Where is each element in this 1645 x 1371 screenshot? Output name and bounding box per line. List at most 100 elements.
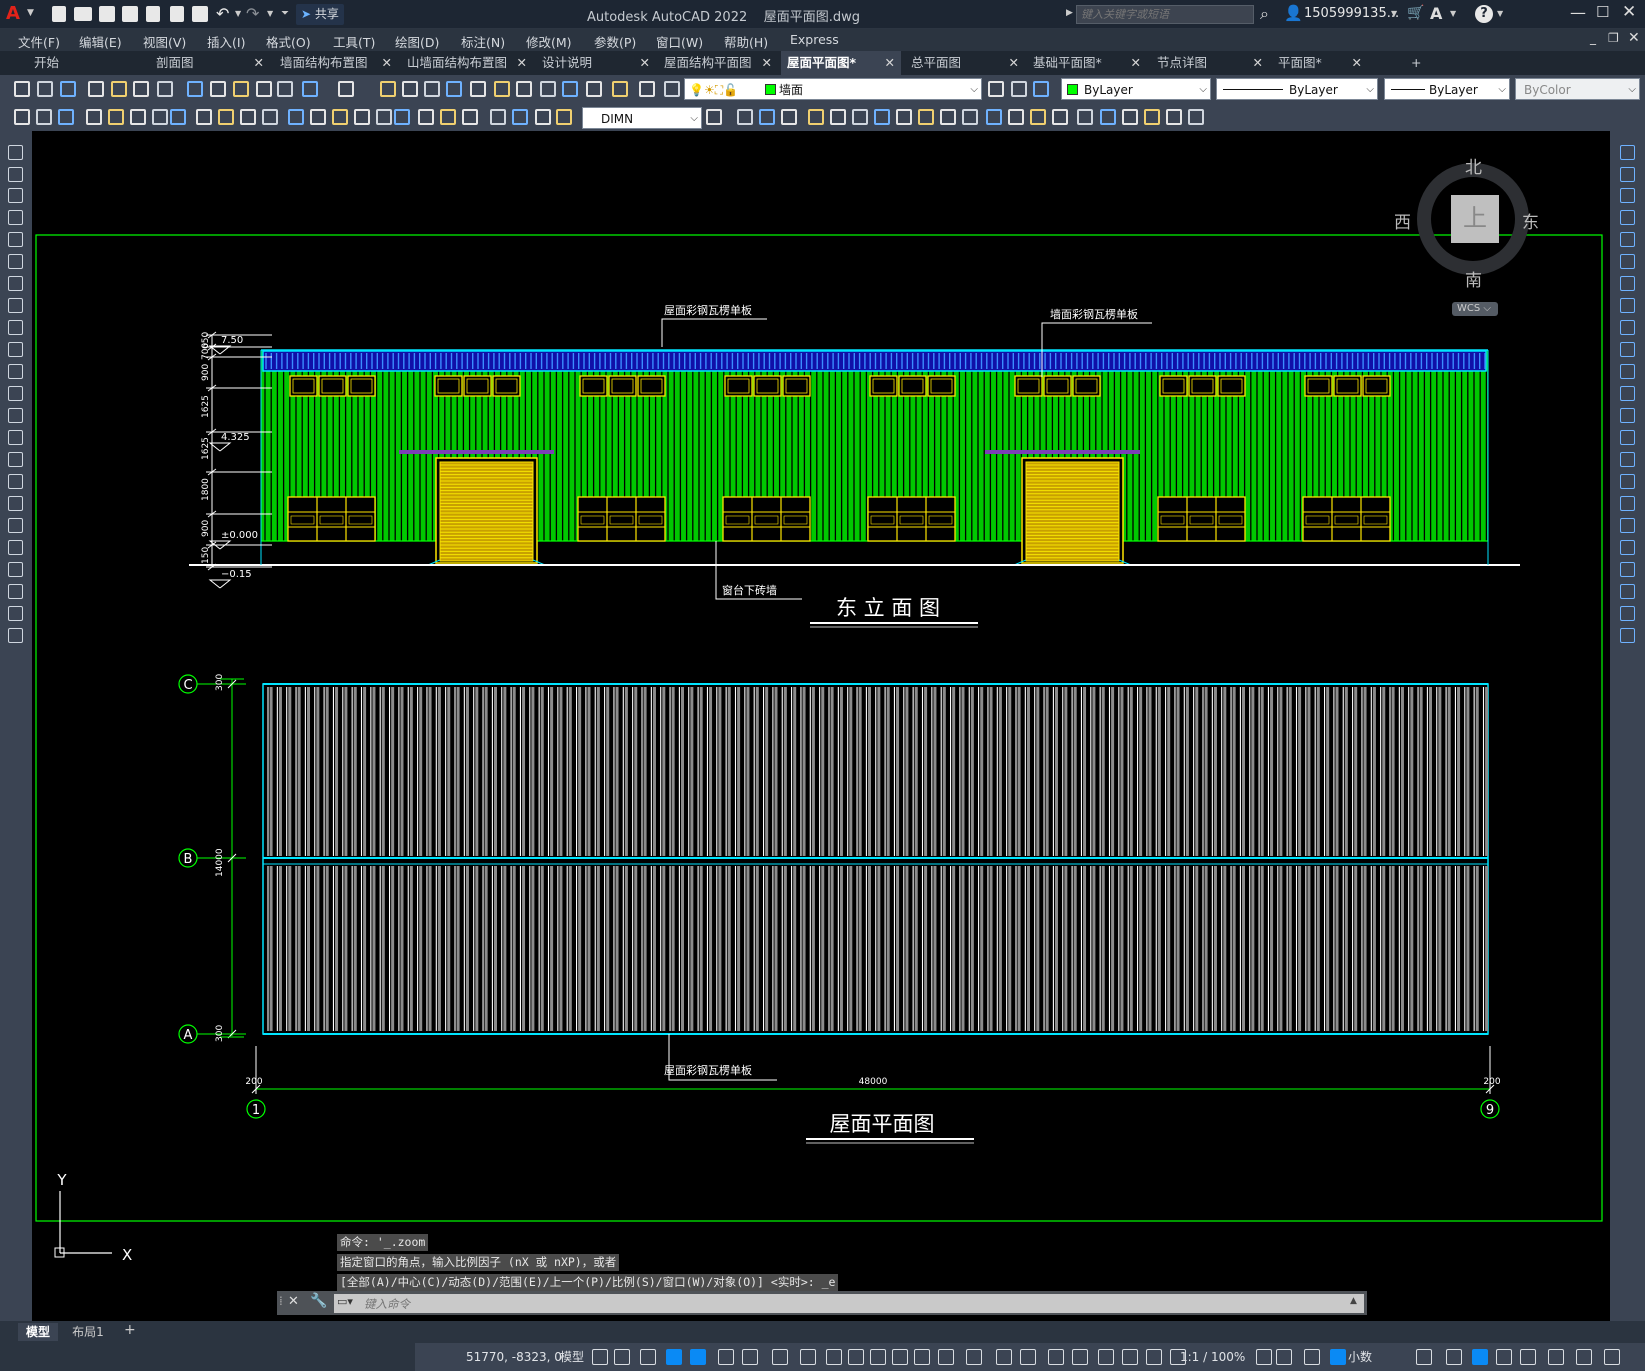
annotation-scale[interactable]: 1:1 / 100% <box>1180 1343 1245 1371</box>
units-selector[interactable]: 小数 <box>1348 1343 1372 1371</box>
layout-tab-layout1[interactable]: 布局1 <box>66 1323 110 1341</box>
status-toggle-icon[interactable] <box>848 1349 864 1365</box>
standard-tool-icon[interactable] <box>612 81 628 97</box>
standard-tool-icon[interactable] <box>133 81 149 97</box>
status-toggle-icon[interactable] <box>966 1349 982 1365</box>
status-toggle-icon[interactable] <box>870 1349 886 1365</box>
status-toggle-icon[interactable] <box>742 1349 758 1365</box>
modify-tool-icon[interactable] <box>1620 320 1635 335</box>
dimension-tool-icon[interactable] <box>332 109 348 125</box>
doc-close-icon[interactable]: ✕ <box>1628 30 1640 46</box>
dimension-tool-icon[interactable] <box>86 109 102 125</box>
file-tab[interactable]: 屋面结构平面图 ✕ <box>658 51 778 75</box>
open-file-icon[interactable] <box>74 7 92 21</box>
modify-tool-icon[interactable] <box>1166 109 1182 125</box>
close-tab-icon[interactable]: ✕ <box>1352 51 1362 75</box>
modify-tool-icon[interactable] <box>1030 109 1046 125</box>
menu-item-5[interactable]: 工具(T) <box>333 32 375 51</box>
standard-tool-icon[interactable] <box>470 81 486 97</box>
draw-tool-icon[interactable] <box>8 386 23 401</box>
modify-tool-icon[interactable] <box>1100 109 1116 125</box>
file-tab[interactable]: 山墙面结构布置图 ✕ <box>401 51 533 75</box>
status-toggle-icon[interactable] <box>1122 1349 1138 1365</box>
standard-tool-icon[interactable] <box>256 81 272 97</box>
viewcube[interactable]: 上 北 南 西 东 WCS ⌵ <box>1390 153 1554 316</box>
standard-tool-icon[interactable] <box>516 81 532 97</box>
status-toggle-icon[interactable] <box>1146 1349 1162 1365</box>
modify-tool-icon[interactable] <box>1620 518 1635 533</box>
menu-item-7[interactable]: 标注(N) <box>461 32 505 51</box>
status-toggle-icon[interactable] <box>1256 1349 1272 1365</box>
draw-tool-icon[interactable] <box>8 254 23 269</box>
user-name[interactable]: 1505999135... <box>1304 6 1399 21</box>
add-layout-icon[interactable]: + <box>124 1322 136 1338</box>
save-icon[interactable] <box>99 6 115 22</box>
status-toggle-icon[interactable] <box>1304 1349 1320 1365</box>
lineweight-combo[interactable]: ByLayer ⌵ <box>1384 78 1510 100</box>
draw-tool-icon[interactable] <box>8 518 23 533</box>
standard-tool-icon[interactable] <box>157 81 173 97</box>
modify-tool-icon[interactable] <box>986 109 1002 125</box>
draw-tool-icon[interactable] <box>8 364 23 379</box>
close-tab-icon[interactable]: ✕ <box>640 51 650 75</box>
standard-tool-icon[interactable] <box>338 81 354 97</box>
status-toggle-icon[interactable] <box>614 1349 630 1365</box>
drawing-area[interactable]: 650 700 900 1625 1625 1800 900 150 7.50 4.325 ±0.0… <box>32 131 1610 1321</box>
draw-tool-icon[interactable] <box>8 167 23 182</box>
close-tab-icon[interactable]: ✕ <box>1131 51 1141 75</box>
draw-tool-icon[interactable] <box>8 562 23 577</box>
menu-item-2[interactable]: 视图(V) <box>143 32 186 51</box>
draw-tool-icon[interactable] <box>8 606 23 621</box>
standard-tool-icon[interactable] <box>60 81 76 97</box>
dimension-tool-icon[interactable] <box>240 109 256 125</box>
viewcube-north[interactable]: 北 <box>1465 153 1482 178</box>
modify-tool-icon[interactable] <box>852 109 868 125</box>
status-toggle-icon[interactable] <box>1048 1349 1064 1365</box>
modify-tool-icon[interactable] <box>1620 232 1635 247</box>
status-toggle-icon[interactable] <box>1604 1349 1620 1365</box>
status-toggle-icon[interactable] <box>996 1349 1012 1365</box>
drawing-svg[interactable]: 6507009001625162518009001507.504.325±0.0… <box>32 131 1610 1321</box>
dimension-tool-icon[interactable] <box>152 109 168 125</box>
menu-item-6[interactable]: 绘图(D) <box>395 32 439 51</box>
command-line-grip-icon[interactable]: ⁞ <box>279 1294 283 1308</box>
share-button[interactable]: ➤ 共享 <box>296 4 344 25</box>
file-tab[interactable]: 节点详图 ✕ <box>1151 51 1269 75</box>
modify-tool-icon[interactable] <box>874 109 890 125</box>
standard-tool-icon[interactable] <box>562 81 578 97</box>
modify-tool-icon[interactable] <box>1620 496 1635 511</box>
standard-tool-icon[interactable] <box>14 81 30 97</box>
dimstyle-combo[interactable]: DIMN ⌵ <box>582 107 702 129</box>
command-line-settings-icon[interactable]: 🔧 <box>310 1293 327 1309</box>
standard-tool-icon[interactable] <box>540 81 556 97</box>
dimension-tool-icon[interactable] <box>262 109 278 125</box>
command-prompt-icon[interactable]: ▭▾ <box>337 1295 353 1308</box>
modify-tool-icon[interactable] <box>896 109 912 125</box>
draw-tool-icon[interactable] <box>8 474 23 489</box>
modify-tool-icon[interactable] <box>1620 452 1635 467</box>
standard-tool-icon[interactable] <box>446 81 462 97</box>
help-dropdown-icon[interactable]: ▼ <box>1497 9 1503 18</box>
close-tab-icon[interactable]: ✕ <box>1009 51 1019 75</box>
draw-tool-icon[interactable] <box>8 276 23 291</box>
customize-icon[interactable]: ⏷ <box>281 8 289 19</box>
modify-tool-icon[interactable] <box>1620 167 1635 182</box>
file-tab[interactable]: 平面图* ✕ <box>1272 51 1368 75</box>
command-history-toggle-icon[interactable]: ▲ <box>1350 1296 1357 1306</box>
draw-tool-icon[interactable] <box>8 496 23 511</box>
draw-tool-icon[interactable] <box>8 342 23 357</box>
dimension-tool-icon[interactable] <box>418 109 434 125</box>
status-toggle-icon[interactable] <box>690 1349 706 1365</box>
modify-tool-icon[interactable] <box>1144 109 1160 125</box>
file-tab[interactable]: 剖面图 ✕ <box>150 51 270 75</box>
status-toggle-icon[interactable] <box>1170 1349 1186 1365</box>
status-toggle-icon[interactable] <box>1098 1349 1114 1365</box>
modify-tool-icon[interactable] <box>1188 109 1204 125</box>
standard-tool-icon[interactable] <box>494 81 510 97</box>
autodesk-app-icon[interactable]: A <box>1430 4 1442 23</box>
status-toggle-icon[interactable] <box>1072 1349 1088 1365</box>
maximize-window-icon[interactable]: ☐ <box>1596 3 1609 21</box>
standard-tool-icon[interactable] <box>586 81 602 97</box>
modify-tool-icon[interactable] <box>759 109 775 125</box>
modify-tool-icon[interactable] <box>1052 109 1068 125</box>
